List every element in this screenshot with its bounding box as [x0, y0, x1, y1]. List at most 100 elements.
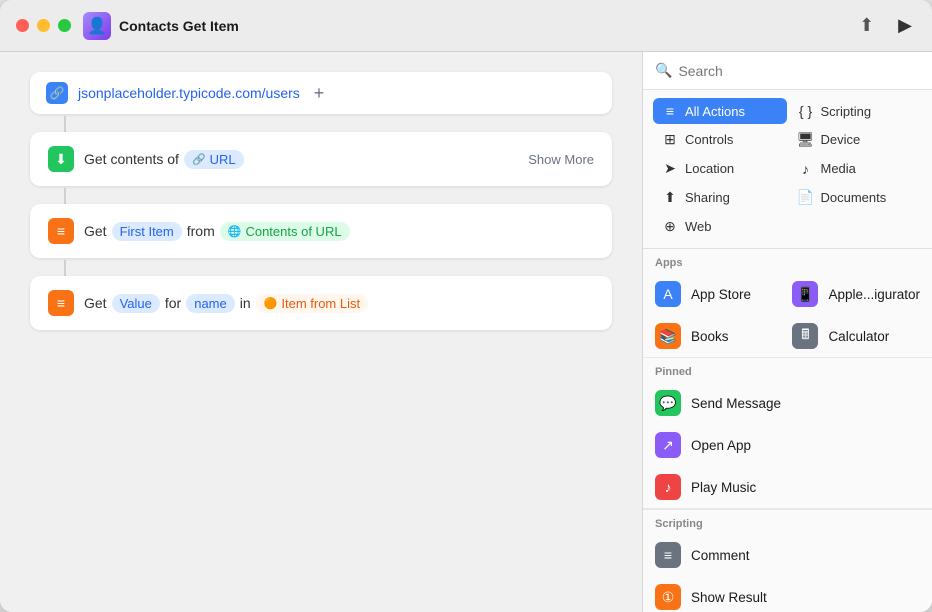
get-contents-icon: ⬇ [48, 146, 74, 172]
url-text[interactable]: jsonplaceholder.typicode.com/users [78, 85, 300, 101]
app-store-label: App Store [691, 287, 751, 302]
close-button[interactable] [16, 19, 29, 32]
documents-icon: 📄 [797, 189, 815, 206]
workflow-panel: 🔗 jsonplaceholder.typicode.com/users + ⬇… [0, 52, 642, 612]
titlebar: 👤 Contacts Get Item ⬆ ▶ [0, 0, 932, 52]
add-url-button[interactable]: + [314, 83, 325, 104]
actions-list: Apps A App Store 📱 Apple...igurator 📚 Bo… [643, 249, 932, 612]
scripting-label: Scripting [821, 104, 872, 119]
action-open-app[interactable]: ↗ Open App [643, 424, 932, 466]
get-contents-text: Get contents of 🔗 URL [84, 150, 244, 169]
first-item-token[interactable]: First Item [112, 222, 182, 241]
controls-icon: ⊞ [661, 131, 679, 148]
action-books[interactable]: 📚 Books [643, 315, 780, 357]
value-token[interactable]: Value [112, 294, 160, 313]
play-music-label: Play Music [691, 480, 756, 495]
category-all-actions[interactable]: ≡ All Actions [653, 98, 787, 124]
link-icon: 🔗 [46, 82, 68, 104]
connector-3 [64, 260, 66, 276]
open-app-icon: ↗ [655, 432, 681, 458]
apple-igurator-icon: 📱 [792, 281, 818, 307]
search-icon: 🔍 [655, 62, 672, 79]
url-card: 🔗 jsonplaceholder.typicode.com/users + [30, 72, 612, 114]
show-more-button[interactable]: Show More [528, 152, 594, 167]
web-label: Web [685, 219, 712, 234]
from-label: from [187, 223, 215, 239]
all-actions-label: All Actions [685, 104, 745, 119]
actions-panel: 🔍 ≡ All Actions { } Scripting ⊞ Controls [642, 52, 932, 612]
category-documents[interactable]: 📄 Documents [789, 184, 923, 211]
web-icon: ⊕ [661, 218, 679, 235]
location-label: Location [685, 161, 734, 176]
books-label: Books [691, 329, 729, 344]
name-token[interactable]: name [186, 294, 235, 313]
category-media[interactable]: ♪ Media [789, 155, 923, 182]
action-send-message[interactable]: 💬 Send Message [643, 382, 932, 424]
minimize-button[interactable] [37, 19, 50, 32]
get-contents-prefix: Get contents of [84, 151, 179, 167]
for-label: for [165, 295, 181, 311]
action-calculator[interactable]: 🖩 Calculator [780, 315, 932, 357]
books-icon: 📚 [655, 323, 681, 349]
documents-label: Documents [821, 190, 887, 205]
category-controls[interactable]: ⊞ Controls [653, 126, 787, 153]
get-value-text: Get Value for name in 🟠 Item from List [84, 294, 368, 313]
controls-label: Controls [685, 132, 733, 147]
play-music-icon: ♪ [655, 474, 681, 500]
apple-igurator-label: Apple...igurator [828, 287, 920, 302]
get-item-icon: ≡ [48, 218, 74, 244]
share-button[interactable]: ⬆ [855, 11, 878, 40]
action-show-result[interactable]: ① Show Result [643, 576, 932, 612]
run-button[interactable]: ▶ [894, 11, 916, 40]
contents-icon: 🌐 [228, 225, 242, 238]
category-web[interactable]: ⊕ Web [653, 213, 787, 240]
all-actions-icon: ≡ [661, 103, 679, 119]
categories-grid: ≡ All Actions { } Scripting ⊞ Controls 🖥… [643, 90, 932, 249]
url-token-icon: 🔗 [192, 153, 206, 166]
action-apple-igurator[interactable]: 📱 Apple...igurator [780, 273, 932, 315]
media-icon: ♪ [797, 161, 815, 177]
app-store-icon: A [655, 281, 681, 307]
action-comment[interactable]: ≡ Comment [643, 534, 932, 576]
location-icon: ➤ [661, 160, 679, 177]
device-label: Device [821, 132, 861, 147]
main-content: 🔗 jsonplaceholder.typicode.com/users + ⬇… [0, 52, 932, 612]
connector-1 [64, 116, 66, 132]
search-bar: 🔍 [643, 52, 932, 90]
get-value-card: ≡ Get Value for name in 🟠 Item from List [30, 276, 612, 330]
category-sharing[interactable]: ⬆ Sharing [653, 184, 787, 211]
action-app-store[interactable]: A App Store [643, 273, 780, 315]
comment-label: Comment [691, 548, 750, 563]
scripting-section-header: Scripting [643, 510, 932, 534]
main-window: 👤 Contacts Get Item ⬆ ▶ 🔗 jsonplaceholde… [0, 0, 932, 612]
action-play-music[interactable]: ♪ Play Music [643, 466, 932, 508]
url-token[interactable]: 🔗 URL [184, 150, 244, 169]
sharing-label: Sharing [685, 190, 730, 205]
maximize-button[interactable] [58, 19, 71, 32]
traffic-lights [16, 19, 71, 32]
pinned-section: Pinned 💬 Send Message ↗ Open App ♪ Play … [643, 357, 932, 509]
in-label: in [240, 295, 251, 311]
send-message-icon: 💬 [655, 390, 681, 416]
get-contents-card: ⬇ Get contents of 🔗 URL Show More [30, 132, 612, 186]
category-location[interactable]: ➤ Location [653, 155, 787, 182]
comment-icon: ≡ [655, 542, 681, 568]
search-input[interactable] [678, 63, 920, 79]
app-icon: 👤 [83, 12, 111, 40]
show-result-icon: ① [655, 584, 681, 610]
apps-section-header: Apps [643, 249, 932, 273]
media-label: Media [821, 161, 856, 176]
send-message-label: Send Message [691, 396, 781, 411]
calculator-icon: 🖩 [792, 323, 818, 349]
item-from-list-token[interactable]: 🟠 Item from List [256, 294, 368, 313]
get-item-card: ≡ Get First Item from 🌐 Contents of URL [30, 204, 612, 258]
get-label: Get [84, 223, 107, 239]
category-scripting[interactable]: { } Scripting [789, 98, 923, 124]
contents-token[interactable]: 🌐 Contents of URL [220, 222, 350, 241]
connector-2 [64, 188, 66, 204]
window-title: Contacts Get Item [119, 18, 855, 34]
category-device[interactable]: 🖥 Device [789, 126, 923, 153]
titlebar-actions: ⬆ ▶ [855, 11, 916, 40]
scripting-icon: { } [797, 103, 815, 119]
get-label-2: Get [84, 295, 107, 311]
